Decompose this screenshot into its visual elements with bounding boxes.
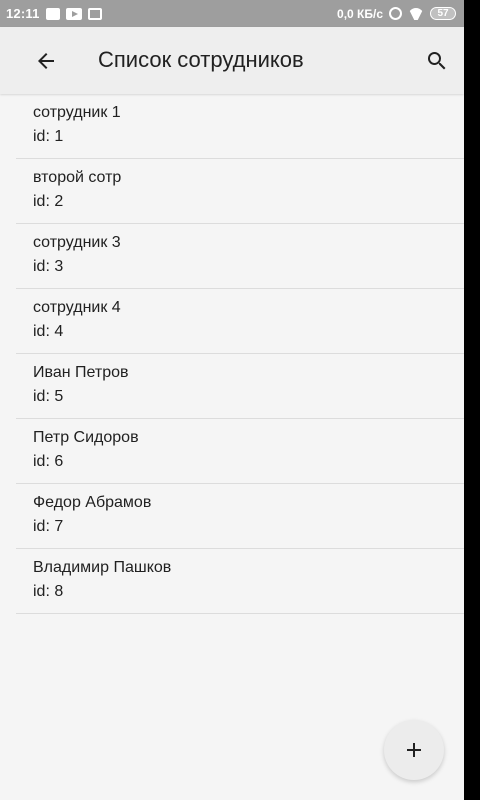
battery-level: 57 [437, 8, 449, 19]
employee-id: id: 3 [33, 258, 64, 275]
add-employee-button[interactable] [384, 720, 444, 780]
employee-name: Федор Абрамов [33, 494, 152, 511]
status-bar-right: 0,0 КБ/с 57 [337, 7, 456, 21]
arrow-left-icon [38, 53, 54, 69]
employee-name: второй сотр [33, 169, 122, 186]
list-item[interactable]: сотрудник 4 id: 4 [16, 289, 464, 354]
employee-id: id: 5 [33, 388, 64, 405]
list-item[interactable]: второй сотр id: 2 [16, 159, 464, 224]
employee-name: Владимир Пашков [33, 559, 172, 576]
screen-edge [464, 0, 480, 800]
list-item[interactable]: сотрудник 1 id: 1 [16, 94, 464, 159]
app-bar: Список сотрудников [0, 27, 464, 94]
employee-id: id: 7 [33, 518, 64, 535]
employee-name: Иван Петров [33, 364, 129, 381]
list-item[interactable]: Федор Абрамов id: 7 [16, 484, 464, 549]
search-button[interactable] [422, 46, 452, 76]
list-item[interactable]: Петр Сидоров id: 6 [16, 419, 464, 484]
employee-id: id: 1 [33, 128, 64, 145]
list-item[interactable]: сотрудник 3 id: 3 [16, 224, 464, 289]
wifi-icon [408, 8, 424, 20]
status-bar-left: 12:11 [6, 6, 102, 21]
employee-name: сотрудник 4 [33, 299, 121, 316]
network-speed: 0,0 КБ/с [337, 6, 383, 21]
outlined-notification-icon [87, 7, 102, 20]
employee-name: сотрудник 3 [33, 234, 121, 251]
employee-name: сотрудник 1 [33, 104, 121, 121]
list-item[interactable]: Иван Петров id: 5 [16, 354, 464, 419]
battery-icon: 57 [430, 7, 456, 20]
status-bar: 12:11 0,0 КБ/с 57 [0, 0, 464, 27]
employee-id: id: 8 [33, 583, 64, 600]
page-title: Список сотрудников [98, 47, 304, 72]
employee-id: id: 2 [33, 193, 64, 210]
employee-list: сотрудник 1 id: 1 второй сотр id: 2 сотр… [16, 94, 464, 614]
notification-icon [45, 7, 60, 20]
back-button[interactable] [31, 46, 61, 76]
youtube-icon [65, 7, 82, 20]
employee-id: id: 4 [33, 323, 64, 340]
employee-name: Петр Сидоров [33, 429, 139, 446]
search-icon [428, 52, 446, 70]
employee-id: id: 6 [33, 453, 64, 470]
list-item[interactable]: Владимир Пашков id: 8 [16, 549, 464, 614]
alarm-icon [389, 7, 402, 20]
plus-icon [407, 743, 421, 757]
status-time: 12:11 [6, 6, 40, 21]
app-screen: 12:11 0,0 КБ/с 57 Список сотрудников сот… [0, 0, 464, 800]
